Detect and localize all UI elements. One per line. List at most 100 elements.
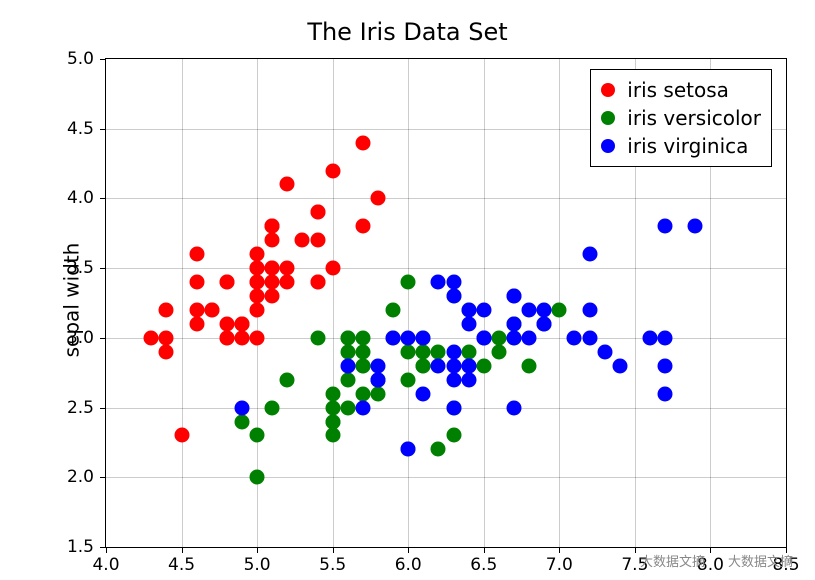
data-point (340, 358, 355, 373)
data-point (446, 289, 461, 304)
x-tick (257, 547, 258, 553)
data-point (189, 316, 204, 331)
data-point (340, 400, 355, 415)
y-tick (100, 268, 106, 269)
data-point (250, 470, 265, 485)
x-tick-label: 4.5 (168, 555, 195, 575)
gridline-horizontal (106, 477, 786, 478)
data-point (522, 358, 537, 373)
data-point (476, 358, 491, 373)
data-point (582, 330, 597, 345)
data-point (476, 330, 491, 345)
data-point (340, 344, 355, 359)
data-point (476, 302, 491, 317)
data-point (235, 330, 250, 345)
y-tick-label: 2.0 (67, 467, 94, 487)
legend: iris setosairis versicoloriris virginica (590, 69, 772, 167)
data-point (522, 302, 537, 317)
data-point (265, 275, 280, 290)
data-point (401, 275, 416, 290)
y-tick-label: 3.5 (67, 258, 94, 278)
legend-swatch-icon (601, 111, 615, 125)
data-point (310, 233, 325, 248)
data-point (386, 302, 401, 317)
y-tick (100, 198, 106, 199)
gridline-vertical (408, 59, 409, 547)
y-tick-label: 2.5 (67, 398, 94, 418)
data-point (159, 330, 174, 345)
data-point (235, 414, 250, 429)
data-point (416, 330, 431, 345)
data-point (340, 330, 355, 345)
data-point (355, 386, 370, 401)
data-point (159, 302, 174, 317)
data-point (280, 275, 295, 290)
data-point (658, 330, 673, 345)
data-point (461, 358, 476, 373)
data-point (371, 191, 386, 206)
data-point (265, 289, 280, 304)
y-tick-label: 3.0 (67, 328, 94, 348)
data-point (612, 358, 627, 373)
data-point (461, 372, 476, 387)
data-point (219, 330, 234, 345)
data-point (325, 414, 340, 429)
legend-label: iris setosa (627, 76, 729, 104)
data-point (371, 372, 386, 387)
legend-label: iris versicolor (627, 104, 761, 132)
data-point (446, 428, 461, 443)
data-point (582, 302, 597, 317)
data-point (597, 344, 612, 359)
data-point (355, 135, 370, 150)
data-point (144, 330, 159, 345)
data-point (310, 205, 325, 220)
data-point (491, 344, 506, 359)
data-point (189, 247, 204, 262)
gridline-vertical (333, 59, 334, 547)
data-point (325, 261, 340, 276)
data-point (280, 177, 295, 192)
data-point (355, 344, 370, 359)
data-point (280, 261, 295, 276)
data-point (159, 344, 174, 359)
data-point (401, 442, 416, 457)
data-point (658, 386, 673, 401)
data-point (265, 261, 280, 276)
data-point (461, 344, 476, 359)
gridline-horizontal (106, 198, 786, 199)
gridline-horizontal (106, 338, 786, 339)
data-point (401, 330, 416, 345)
data-point (658, 358, 673, 373)
data-point (174, 428, 189, 443)
data-point (325, 386, 340, 401)
data-point (446, 275, 461, 290)
data-point (522, 330, 537, 345)
data-point (250, 247, 265, 262)
x-tick (710, 547, 711, 553)
x-tick (484, 547, 485, 553)
data-point (371, 358, 386, 373)
data-point (355, 219, 370, 234)
data-point (250, 261, 265, 276)
plot-area: 4.04.55.05.56.06.57.07.58.08.51.52.02.53… (105, 58, 787, 548)
data-point (355, 330, 370, 345)
data-point (280, 372, 295, 387)
y-tick-label: 1.5 (67, 537, 94, 557)
data-point (340, 372, 355, 387)
data-point (265, 400, 280, 415)
x-tick (408, 547, 409, 553)
legend-item: iris versicolor (601, 104, 761, 132)
data-point (401, 344, 416, 359)
data-point (250, 302, 265, 317)
data-point (552, 302, 567, 317)
data-point (250, 289, 265, 304)
legend-swatch-icon (601, 139, 615, 153)
data-point (189, 302, 204, 317)
data-point (235, 316, 250, 331)
gridline-vertical (182, 59, 183, 547)
data-point (507, 289, 522, 304)
data-point (446, 344, 461, 359)
data-point (325, 400, 340, 415)
data-point (235, 400, 250, 415)
y-tick (100, 129, 106, 130)
